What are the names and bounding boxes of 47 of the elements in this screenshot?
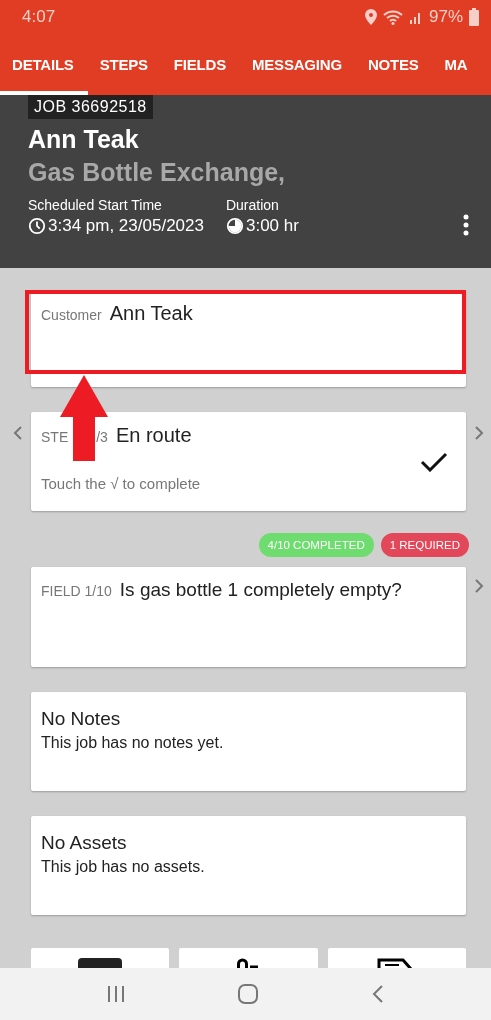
- duration-value: 3:00 hr: [245, 216, 299, 236]
- field-question: Is gas bottle 1 completely empty?: [119, 579, 402, 601]
- step-hint: Touch the √ to complete: [41, 475, 201, 492]
- action-button[interactable]: [179, 948, 318, 969]
- tab[interactable]: MA: [432, 33, 482, 95]
- customer-value: Ann Teak: [109, 302, 193, 325]
- pie-icon: [225, 217, 244, 235]
- step-label: STE: [41, 429, 69, 445]
- job-type: Gas Bottle Exchange,: [28, 158, 287, 187]
- tab[interactable]: FIELDS: [161, 33, 240, 95]
- chevron-right-icon[interactable]: [474, 578, 484, 594]
- action-button[interactable]: [327, 948, 466, 969]
- start-label: Scheduled Start Time: [28, 197, 163, 213]
- card-title: No Notes: [41, 708, 122, 730]
- start-time: 3:34 pm, 23/05/2023: [48, 216, 204, 236]
- status-badge: 4/10 COMPLETED: [258, 533, 374, 557]
- duration-label: Duration: [225, 197, 280, 213]
- step-count: /3: [96, 429, 108, 445]
- tab[interactable]: STEPS: [87, 33, 162, 95]
- checkmark-icon[interactable]: [420, 452, 448, 472]
- step-card[interactable]: STE /3 En route Touch the √ to complete: [31, 412, 466, 511]
- card-text: This job has no assets.: [41, 858, 206, 876]
- status-badge: 1 REQUIRED: [380, 533, 469, 557]
- action-button[interactable]: [31, 948, 170, 969]
- customer-name: Ann Teak: [28, 125, 140, 154]
- chevron-right-icon[interactable]: [474, 425, 484, 441]
- card-text: This job has no notes yet.: [41, 734, 225, 752]
- recent-apps-icon[interactable]: [106, 986, 125, 1002]
- wifi-icon: [382, 8, 403, 25]
- clock-time: 4:07: [22, 6, 56, 27]
- calendar-icon: [78, 958, 123, 969]
- job-number: JOB 36692518: [28, 95, 153, 119]
- home-icon[interactable]: [238, 984, 259, 1004]
- battery-percent: 97%: [428, 6, 463, 27]
- back-icon[interactable]: [372, 985, 385, 1003]
- card-title: No Assets: [41, 832, 128, 854]
- field-card[interactable]: FIELD 1/10 Is gas bottle 1 completely empty?: [31, 567, 466, 667]
- field-label: FIELD 1/10: [41, 583, 112, 599]
- clock-icon: [28, 217, 46, 235]
- location-icon: [364, 8, 377, 25]
- step-title: En route: [115, 424, 192, 447]
- tab[interactable]: MESSAGING: [240, 33, 356, 95]
- tab[interactable]: NOTES: [355, 33, 433, 95]
- chevron-left-icon[interactable]: [13, 425, 23, 441]
- more-icon[interactable]: [463, 214, 469, 236]
- customer-label: Customer: [41, 307, 102, 323]
- battery-icon: [469, 7, 479, 26]
